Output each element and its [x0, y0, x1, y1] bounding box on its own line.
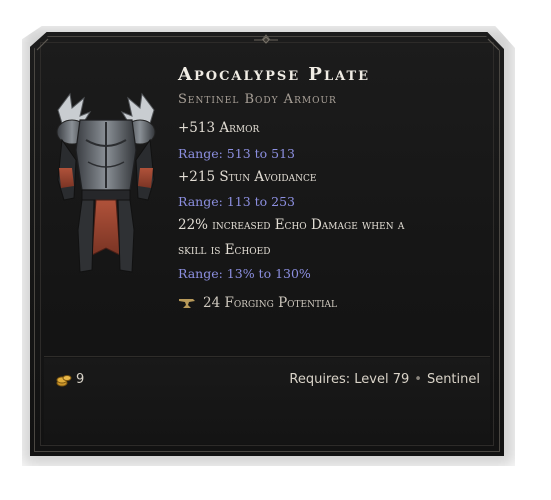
forging-potential-text: 24 Forging Potential — [203, 295, 338, 311]
affix-echo-damage-line1: 22% increased Echo Damage when a — [178, 217, 405, 233]
corner-ornament-icon — [36, 38, 49, 51]
affix-echo-damage-line2: skill is Echoed — [178, 242, 271, 258]
gold-coins-icon — [56, 375, 72, 387]
level-requirement: Requires: Level 79 — [289, 372, 410, 387]
affix-echo-range: Range: 13% to 130% — [178, 266, 311, 281]
affix-armor: +513 Armor — [178, 120, 260, 136]
item-type: Sentinel Body Armour — [178, 92, 337, 107]
anvil-icon — [179, 299, 195, 308]
item-name: Apocalypse Plate — [178, 64, 371, 85]
affix-stun-avoidance: +215 Stun Avoidance — [178, 169, 317, 185]
class-requirement: Sentinel — [426, 372, 480, 387]
tooltip-footer — [44, 358, 490, 444]
top-ornament-icon — [254, 34, 278, 44]
corner-ornament-icon — [487, 38, 500, 51]
body-armour-icon — [56, 92, 156, 273]
affix-stun-range: Range: 113 to 253 — [178, 194, 295, 209]
separator-dot: • — [414, 372, 422, 387]
affix-armor-range: Range: 513 to 513 — [178, 146, 295, 161]
gold-value: 9 — [76, 372, 85, 387]
footer-divider — [44, 356, 490, 357]
requirements: Requires: Level 79 • Sentinel — [289, 372, 480, 387]
